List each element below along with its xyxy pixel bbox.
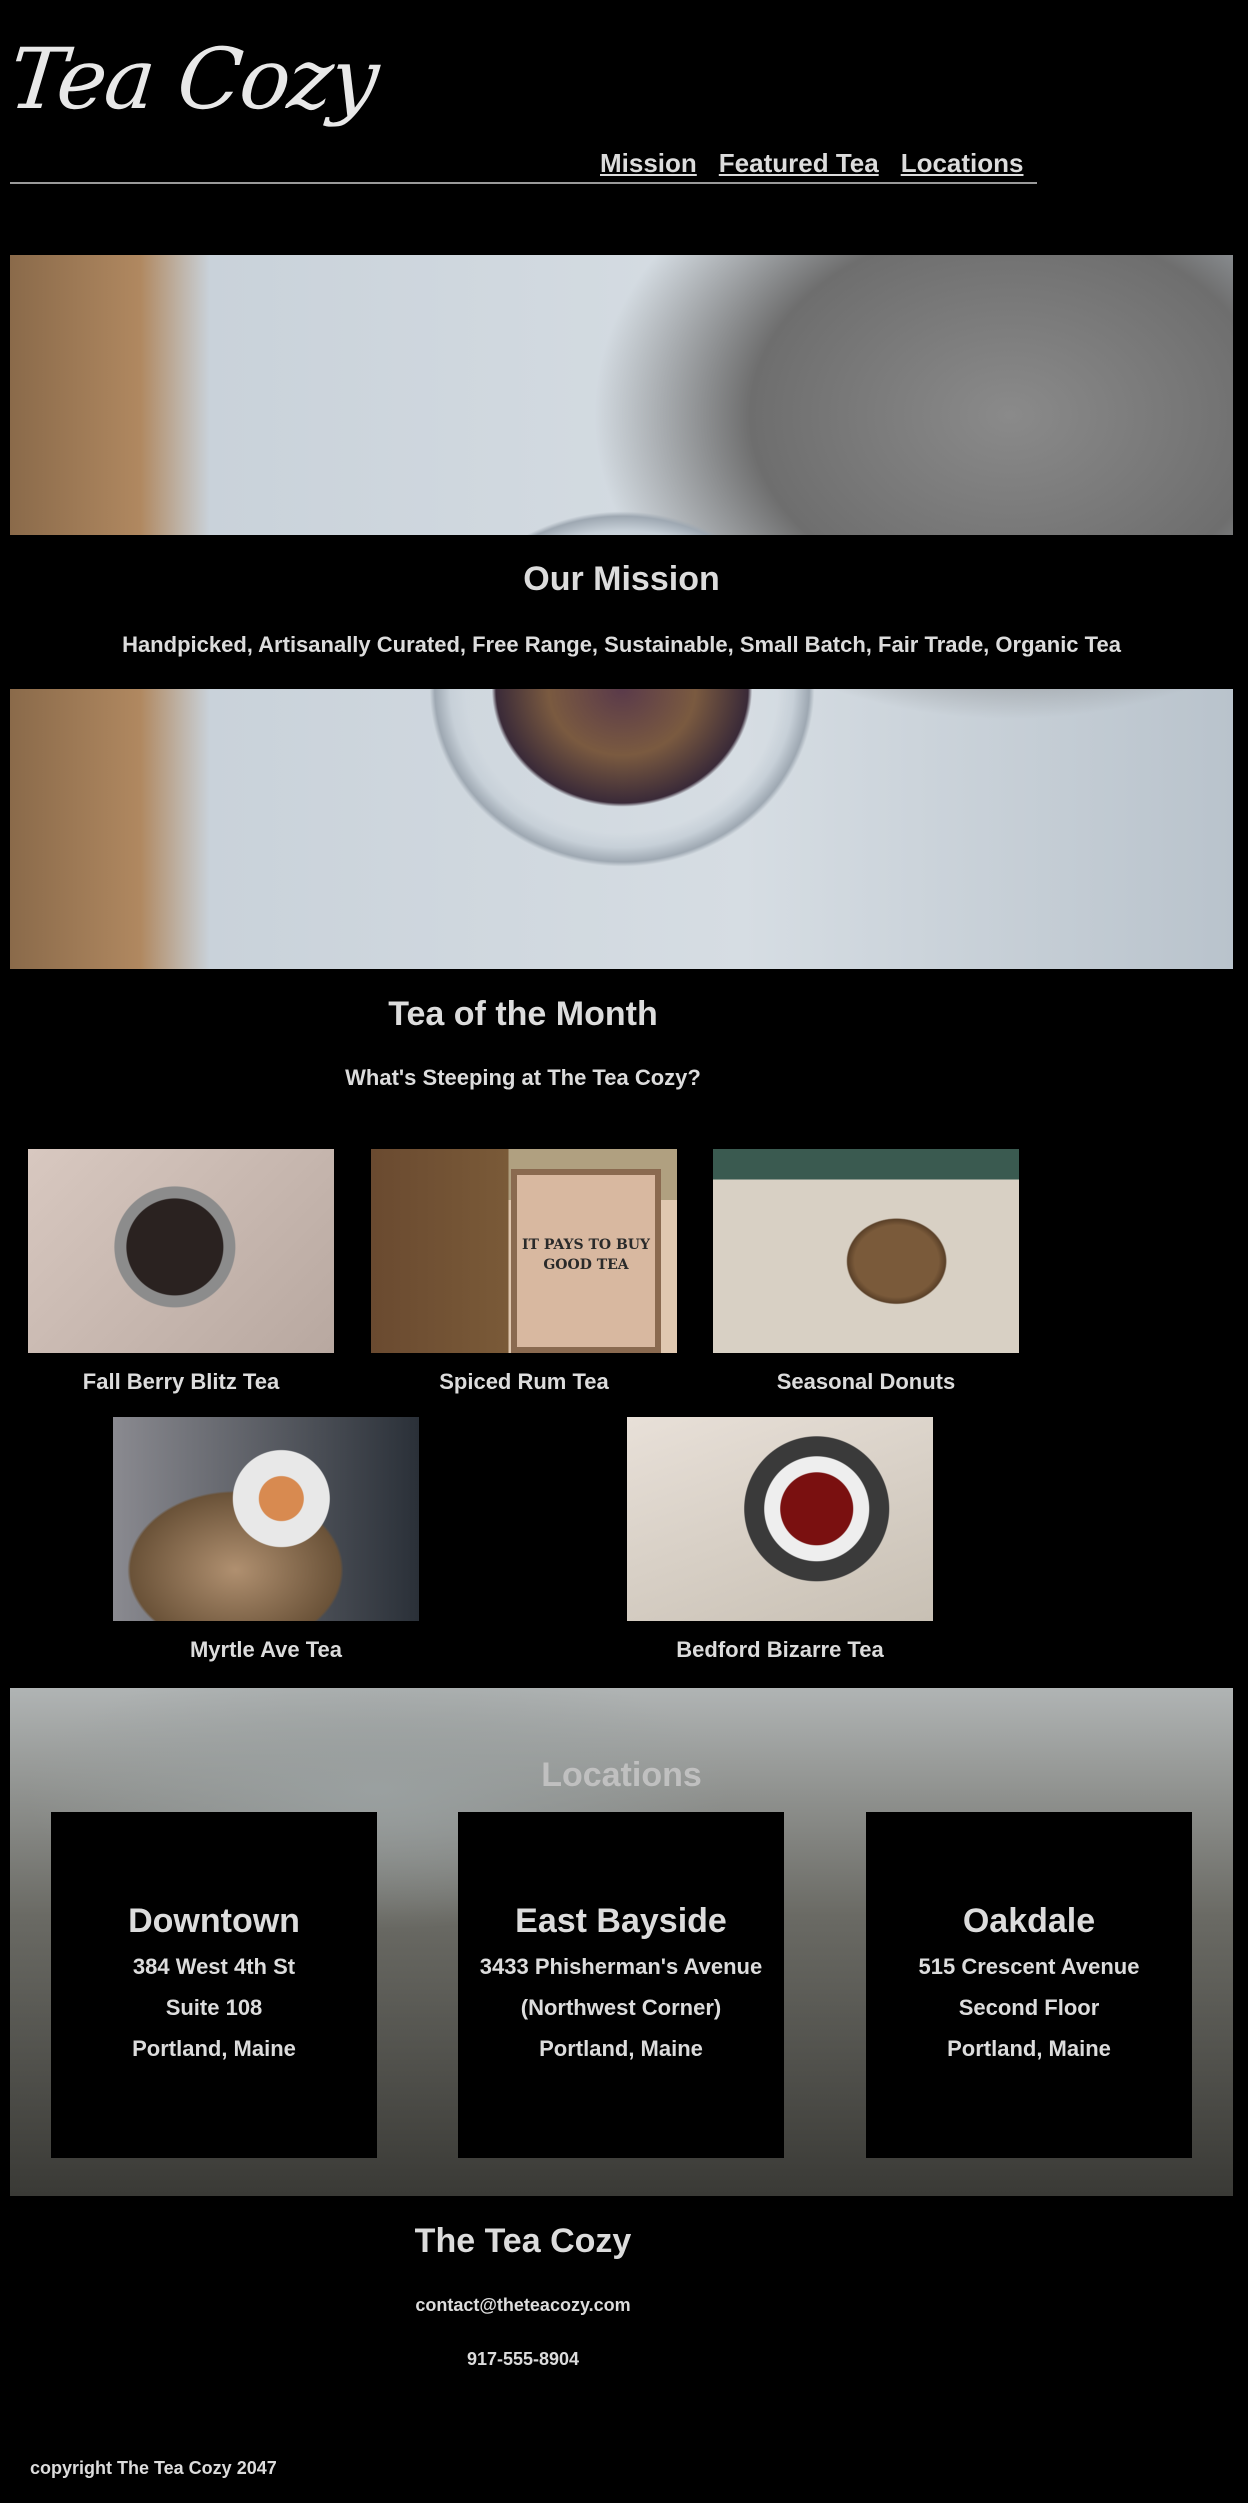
tea-name: Myrtle Ave Tea xyxy=(189,1637,343,1662)
tea-card[interactable]: Seasonal Donuts xyxy=(713,1149,1019,1395)
tea-of-month-heading: Tea of the Month xyxy=(388,995,658,1033)
location-address: Portland, Maine xyxy=(947,2036,1111,2061)
locations-heading: Locations xyxy=(541,1756,702,1794)
footer-title: The Tea Cozy xyxy=(414,2222,632,2260)
location-address: Portland, Maine xyxy=(132,2036,296,2061)
location-address: 384 West 4th St xyxy=(132,1954,296,1979)
nav-link-mission[interactable]: Mission xyxy=(600,148,697,179)
location-address: (Northwest Corner) xyxy=(520,1995,722,2020)
tea-of-month-subtitle: What's Steeping at The Tea Cozy? xyxy=(345,1065,701,1090)
location-address: 515 Crescent Avenue xyxy=(918,1954,1140,1979)
location-address: Suite 108 xyxy=(165,1995,263,2020)
tea-name: Bedford Bizarre Tea xyxy=(676,1637,884,1662)
copyright-text: copyright The Tea Cozy 2047 xyxy=(30,2458,277,2478)
tea-image-seasonal-donuts xyxy=(713,1149,1019,1353)
tea-name: Fall Berry Blitz Tea xyxy=(82,1369,280,1394)
nav-link-locations[interactable]: Locations xyxy=(901,148,1024,179)
tea-card[interactable]: Myrtle Ave Tea xyxy=(113,1417,419,1663)
header-divider xyxy=(10,182,1037,184)
mission-text: Handpicked, Artisanally Curated, Free Ra… xyxy=(122,632,1121,657)
tea-image-myrtle-ave xyxy=(113,1417,419,1621)
tea-name: Seasonal Donuts xyxy=(776,1369,956,1394)
mission-banner-top xyxy=(10,255,1233,535)
location-address: Second Floor xyxy=(958,1995,1100,2020)
footer-phone[interactable]: 917-555-8904 xyxy=(0,2349,1046,2370)
site-logo[interactable]: Tea Cozy xyxy=(5,30,382,128)
mission-heading: Our Mission xyxy=(523,560,720,598)
tea-card[interactable]: IT PAYS TO BUY GOOD TEA Spiced Rum Tea xyxy=(371,1149,677,1395)
location-name: East Bayside xyxy=(515,1902,727,1940)
tea-name: Spiced Rum Tea xyxy=(439,1369,609,1394)
tea-image-fall-berry xyxy=(28,1149,334,1353)
mission-banner-bottom xyxy=(10,689,1233,969)
tea-card[interactable]: Bedford Bizarre Tea xyxy=(627,1417,933,1663)
footer-email[interactable]: contact@theteacozy.com xyxy=(0,2295,1046,2316)
location-address: Portland, Maine xyxy=(539,2036,703,2061)
location-card-downtown: Downtown 384 West 4th St Suite 108 Portl… xyxy=(51,1812,377,2158)
tea-card[interactable]: Fall Berry Blitz Tea xyxy=(28,1149,334,1395)
location-card-oakdale: Oakdale 515 Crescent Avenue Second Floor… xyxy=(866,1812,1192,2158)
main-nav: Mission Featured Tea Locations xyxy=(600,148,1024,179)
location-name: Downtown xyxy=(128,1902,300,1940)
nav-link-featured-tea[interactable]: Featured Tea xyxy=(719,148,879,179)
tea-box-text: IT PAYS TO BUY GOOD TEA xyxy=(521,1237,651,1273)
location-address: 3433 Phisherman's Avenue xyxy=(479,1954,763,1979)
location-name: Oakdale xyxy=(962,1902,1096,1940)
tea-image-bedford-bizarre xyxy=(627,1417,933,1621)
tea-image-spiced-rum: IT PAYS TO BUY GOOD TEA xyxy=(371,1149,677,1353)
location-card-east-bayside: East Bayside 3433 Phisherman's Avenue (N… xyxy=(458,1812,784,2158)
